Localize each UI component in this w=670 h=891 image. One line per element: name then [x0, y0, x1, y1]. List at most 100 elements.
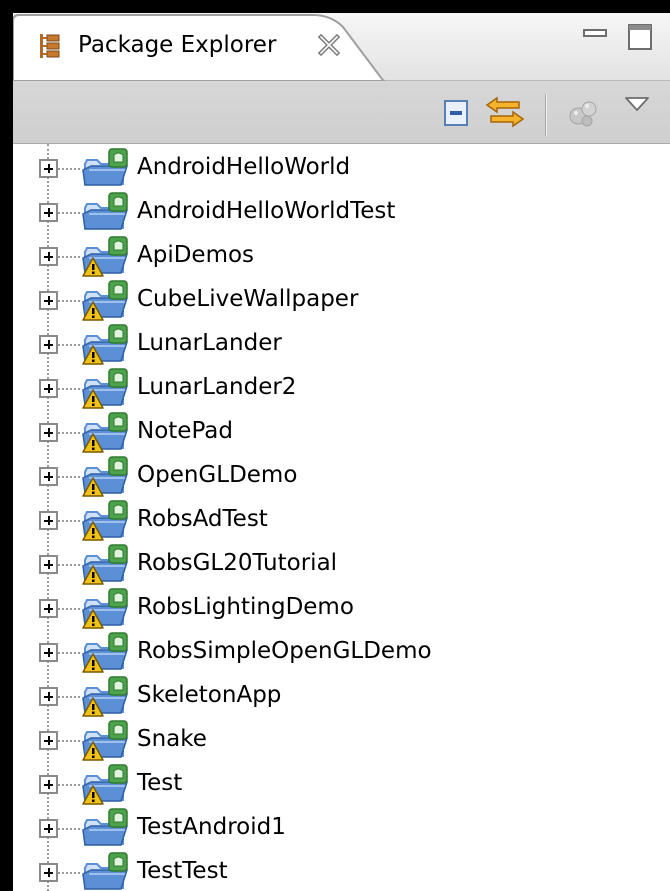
expand-icon[interactable] — [39, 467, 58, 486]
tree-connector-line — [58, 784, 80, 786]
android-project-warning-icon — [79, 720, 135, 762]
expand-icon[interactable] — [39, 335, 58, 354]
tree-connector-line — [58, 168, 80, 170]
project-name: LunarLander2 — [137, 374, 297, 400]
android-project-icon — [79, 808, 135, 850]
android-project-warning-icon — [79, 544, 135, 586]
tree-connector-line — [58, 740, 80, 742]
package-explorer-view: Package Explorer AndroidHelloWorld Andro… — [13, 13, 670, 891]
android-project-warning-icon — [79, 236, 135, 278]
package-explorer-icon — [39, 33, 61, 59]
chevron-down-icon[interactable] — [624, 96, 650, 112]
tree-item[interactable]: LunarLander — [13, 323, 670, 367]
android-project-warning-icon — [79, 632, 135, 674]
collapse-all-icon[interactable] — [441, 98, 471, 128]
android-project-icon — [79, 148, 135, 190]
close-icon[interactable] — [317, 33, 341, 57]
tree-item[interactable]: OpenGLDemo — [13, 455, 670, 499]
android-project-warning-icon — [79, 368, 135, 410]
expand-icon[interactable] — [39, 555, 58, 574]
tree-item[interactable]: NotePad — [13, 411, 670, 455]
tree-connector-line — [58, 256, 80, 258]
tree-connector-line — [58, 872, 80, 874]
expand-icon[interactable] — [39, 687, 58, 706]
expand-icon[interactable] — [39, 731, 58, 750]
tree-connector-line — [58, 696, 80, 698]
tree-item[interactable]: CubeLiveWallpaper — [13, 279, 670, 323]
project-name: NotePad — [137, 418, 233, 444]
project-name: OpenGLDemo — [137, 462, 298, 488]
project-name: ApiDemos — [137, 242, 255, 268]
project-name: Test — [137, 770, 183, 796]
tree-item[interactable]: AndroidHelloWorld — [13, 147, 670, 191]
tree-connector-line — [58, 608, 80, 610]
view-tab-bar: Package Explorer — [13, 13, 670, 81]
project-name: RobsLightingDemo — [137, 594, 354, 620]
android-project-warning-icon — [79, 500, 135, 542]
tree-connector-line — [58, 520, 80, 522]
tree-connector-line — [58, 476, 80, 478]
expand-icon[interactable] — [39, 159, 58, 178]
tree-connector-line — [58, 828, 80, 830]
tree-item[interactable]: RobsLightingDemo — [13, 587, 670, 631]
project-name: CubeLiveWallpaper — [137, 286, 359, 312]
tree-item[interactable]: TestTest — [13, 851, 670, 891]
project-tree[interactable]: AndroidHelloWorld AndroidHelloWorldTest Ap… — [13, 144, 670, 891]
android-project-warning-icon — [79, 588, 135, 630]
project-name: RobsGL20Tutorial — [137, 550, 338, 576]
minimize-icon[interactable] — [582, 24, 610, 46]
tree-connector-line — [58, 344, 80, 346]
project-name: RobsSimpleOpenGLDemo — [137, 638, 432, 664]
maximize-icon[interactable] — [626, 22, 656, 52]
expand-icon[interactable] — [39, 819, 58, 838]
tree-item[interactable]: Test — [13, 763, 670, 807]
tab-title: Package Explorer — [78, 32, 277, 58]
android-project-warning-icon — [79, 412, 135, 454]
expand-icon[interactable] — [39, 863, 58, 882]
expand-icon[interactable] — [39, 379, 58, 398]
expand-icon[interactable] — [39, 599, 58, 618]
expand-icon[interactable] — [39, 643, 58, 662]
expand-icon[interactable] — [39, 775, 58, 794]
project-name: TestTest — [137, 858, 228, 884]
project-name: AndroidHelloWorldTest — [137, 198, 396, 224]
project-name: SkeletonApp — [137, 682, 282, 708]
android-project-icon — [79, 192, 135, 234]
expand-icon[interactable] — [39, 291, 58, 310]
view-toolbar — [13, 81, 670, 144]
tree-connector-line — [58, 652, 80, 654]
tree-item[interactable]: Snake — [13, 719, 670, 763]
expand-icon[interactable] — [39, 511, 58, 530]
tree-item[interactable]: LunarLander2 — [13, 367, 670, 411]
expand-icon[interactable] — [39, 203, 58, 222]
project-name: LunarLander — [137, 330, 282, 356]
project-name: RobsAdTest — [137, 506, 268, 532]
toolbar-separator — [545, 94, 547, 136]
project-name: TestAndroid1 — [137, 814, 286, 840]
screenshot-frame: Package Explorer AndroidHelloWorld Andro… — [0, 0, 670, 891]
android-project-warning-icon — [79, 324, 135, 366]
android-project-warning-icon — [79, 676, 135, 718]
filters-icon[interactable] — [565, 95, 601, 129]
expand-icon[interactable] — [39, 423, 58, 442]
package-explorer-tab[interactable]: Package Explorer — [13, 13, 385, 81]
tree-item[interactable]: RobsAdTest — [13, 499, 670, 543]
android-project-warning-icon — [79, 456, 135, 498]
link-with-editor-icon[interactable] — [483, 94, 527, 130]
tree-item[interactable]: ApiDemos — [13, 235, 670, 279]
android-project-icon — [79, 852, 135, 891]
tree-connector-line — [58, 388, 80, 390]
tree-item[interactable]: TestAndroid1 — [13, 807, 670, 851]
project-name: AndroidHelloWorld — [137, 154, 351, 180]
tree-connector-line — [58, 564, 80, 566]
expand-icon[interactable] — [39, 247, 58, 266]
tree-item[interactable]: AndroidHelloWorldTest — [13, 191, 670, 235]
android-project-warning-icon — [79, 764, 135, 806]
tree-item[interactable]: RobsSimpleOpenGLDemo — [13, 631, 670, 675]
tree-connector-line — [58, 300, 80, 302]
tree-connector-line — [58, 432, 80, 434]
android-project-warning-icon — [79, 280, 135, 322]
tree-item[interactable]: SkeletonApp — [13, 675, 670, 719]
project-name: Snake — [137, 726, 207, 752]
tree-item[interactable]: RobsGL20Tutorial — [13, 543, 670, 587]
